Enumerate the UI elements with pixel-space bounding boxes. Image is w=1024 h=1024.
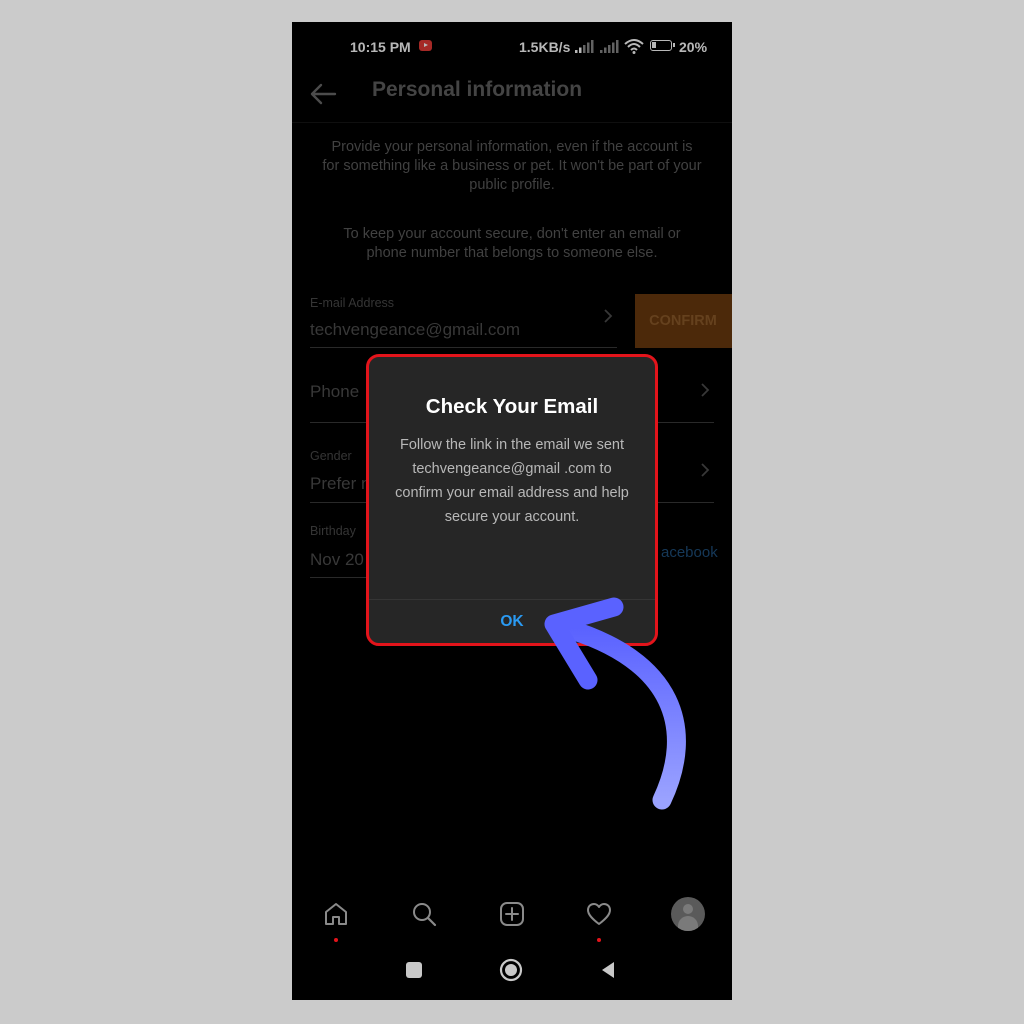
nav-create[interactable] [492, 900, 532, 944]
notification-dot [597, 938, 601, 942]
phone-screen: 10:15 PM 1.5KB/s 20% Personal informatio… [292, 22, 732, 1000]
home-icon [325, 903, 347, 925]
nav-search[interactable] [404, 900, 444, 944]
notification-dot [334, 938, 338, 942]
home-system-button[interactable] [497, 956, 525, 984]
recents-icon [406, 962, 422, 978]
add-post-icon [500, 902, 524, 926]
dialog-message: Follow the link in the email we sent tec… [395, 437, 629, 525]
system-navigation [292, 956, 732, 996]
back-system-button[interactable] [594, 956, 622, 984]
dialog-title: Check Your Email [425, 395, 599, 418]
recents-button[interactable] [400, 956, 428, 984]
ok-button[interactable]: OK [369, 600, 655, 644]
home-circle-icon [499, 958, 523, 982]
nav-activity[interactable] [579, 900, 619, 944]
nav-profile[interactable] [668, 897, 708, 944]
bottom-navigation [292, 897, 732, 950]
search-icon [413, 903, 437, 927]
profile-avatar-icon [671, 897, 705, 931]
heart-icon [587, 903, 611, 925]
check-email-dialog: Check Your Email Follow the link in the … [366, 354, 658, 646]
nav-home[interactable] [316, 900, 356, 944]
back-triangle-icon [602, 962, 614, 978]
